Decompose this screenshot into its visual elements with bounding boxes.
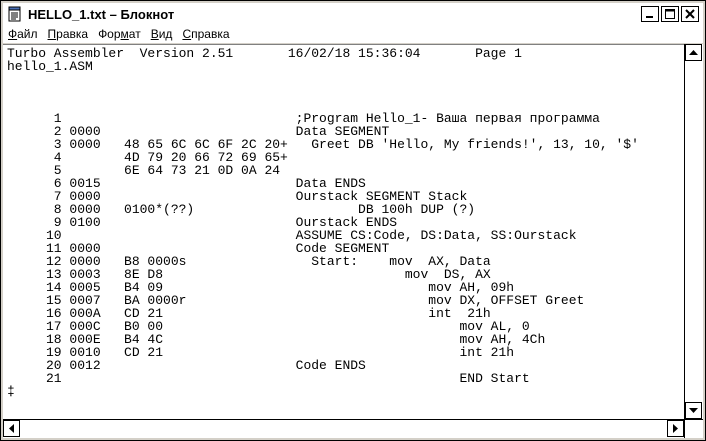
maximize-button[interactable] [661,6,679,22]
menu-file[interactable]: Файл [3,27,43,41]
title-bar[interactable]: HELLO_1.txt – Блокнот [3,3,703,25]
close-button[interactable] [681,6,699,22]
window-title: HELLO_1.txt – Блокнот [28,6,175,22]
maximize-icon [665,9,675,19]
editor-line: ‡ [7,384,15,399]
window-controls [641,6,699,22]
horizontal-scrollbar[interactable] [3,419,684,438]
scroll-down-button[interactable] [685,402,702,419]
text-editor[interactable]: Turbo Assembler Version 2.51 16/02/18 15… [3,44,684,420]
scroll-up-button[interactable] [685,44,702,61]
scroll-right-button[interactable] [667,420,684,437]
size-grip[interactable] [684,419,703,438]
vertical-scrollbar[interactable] [684,44,703,419]
menu-bar: Файл Правка Формат Вид Справка [3,25,703,43]
editor-line: 21 END Start [7,371,530,386]
close-icon [685,9,695,19]
arrow-right-icon [672,424,678,433]
menu-view[interactable]: Вид [146,27,178,41]
arrow-up-icon [689,49,698,55]
minimize-icon [646,16,653,18]
menu-format[interactable]: Формат [93,27,146,41]
menu-help[interactable]: Справка [177,27,234,41]
minimize-button[interactable] [641,6,659,22]
editor-line: hello_1.ASM [7,59,93,74]
notepad-icon[interactable] [7,6,23,22]
editor-text[interactable]: Turbo Assembler Version 2.51 16/02/18 15… [3,45,684,398]
notepad-window: HELLO_1.txt – Блокнот Файл Правка Формат… [0,0,706,441]
arrow-left-icon [8,424,14,433]
arrow-down-icon [689,407,698,413]
menu-edit[interactable]: Правка [43,27,94,41]
scroll-left-button[interactable] [3,420,20,437]
